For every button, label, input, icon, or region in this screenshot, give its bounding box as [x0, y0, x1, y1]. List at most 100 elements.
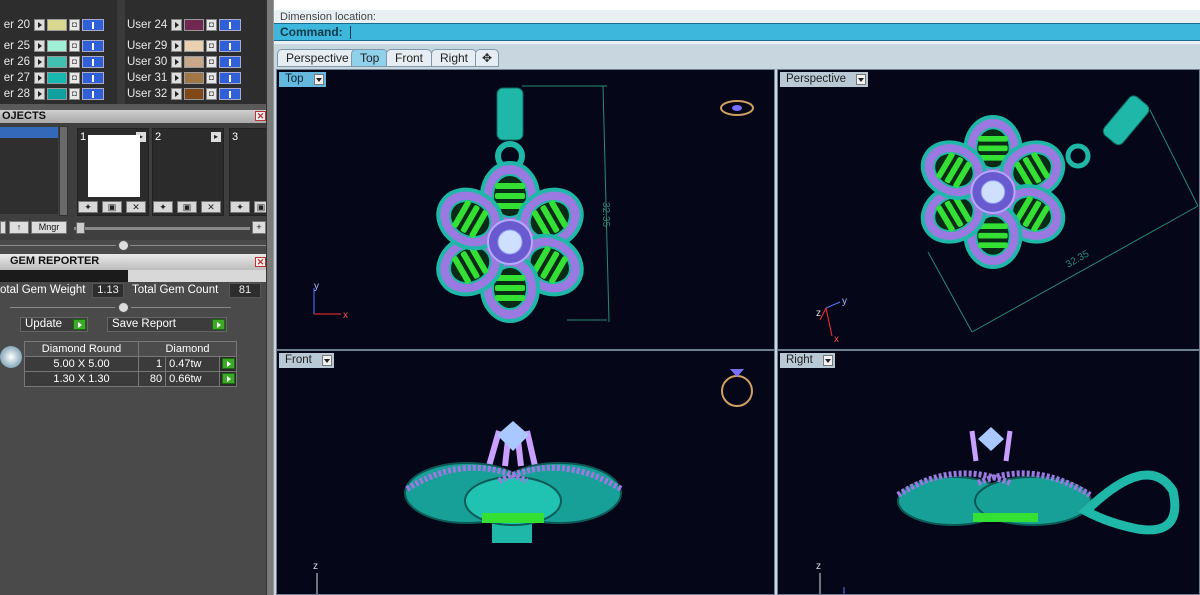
- manager-button[interactable]: Mngr: [31, 221, 67, 234]
- dropdown-icon[interactable]: [321, 355, 332, 366]
- right-view-model: z: [816, 427, 1180, 594]
- expand-icon[interactable]: [34, 87, 45, 100]
- viewport-front[interactable]: z Front: [276, 350, 775, 595]
- layer-name: er 26: [3, 55, 30, 68]
- lock-icon[interactable]: ◘: [69, 71, 80, 84]
- viewport-right[interactable]: z Right: [777, 350, 1200, 595]
- expand-icon[interactable]: [34, 39, 45, 52]
- layer-row[interactable]: er 28 ◘: [0, 86, 104, 101]
- viewport-top[interactable]: 32.35 y x Top: [276, 69, 775, 350]
- viewport-title-top[interactable]: Top: [279, 72, 326, 87]
- slot-delete-icon[interactable]: ✕: [201, 201, 221, 213]
- visibility-icon[interactable]: [82, 55, 104, 68]
- close-gem-reporter-icon[interactable]: ✕: [255, 257, 266, 267]
- layer-row[interactable]: User 31 ◘: [125, 70, 241, 85]
- layer-color-swatch[interactable]: [184, 55, 204, 68]
- plus-icon[interactable]: +: [252, 221, 266, 234]
- layer-row[interactable]: User 24 ◘: [125, 17, 241, 32]
- save-report-button[interactable]: Save Report: [107, 317, 227, 332]
- visibility-icon[interactable]: [82, 87, 104, 100]
- expand-icon[interactable]: [171, 39, 182, 52]
- add-viewport-icon[interactable]: ✥: [475, 49, 500, 67]
- viewport-title-right[interactable]: Right: [780, 353, 835, 368]
- layer-color-swatch[interactable]: [47, 39, 67, 52]
- slot-save-icon[interactable]: ▣: [177, 201, 197, 213]
- lock-icon[interactable]: ◘: [206, 87, 217, 100]
- lock-icon[interactable]: ◘: [69, 87, 80, 100]
- slot-add-icon[interactable]: ✦: [78, 201, 98, 213]
- panel-splitter[interactable]: [266, 0, 274, 595]
- slot-delete-icon[interactable]: ✕: [126, 201, 146, 213]
- lock-icon[interactable]: ◘: [206, 55, 217, 68]
- dropdown-icon[interactable]: [313, 74, 324, 85]
- visibility-icon[interactable]: [219, 18, 241, 31]
- tab-right[interactable]: Right: [431, 49, 478, 67]
- expand-icon[interactable]: [171, 18, 182, 31]
- lock-icon[interactable]: ◘: [69, 39, 80, 52]
- viewport-perspective[interactable]: 32.35 y x z Perspective: [777, 69, 1200, 350]
- layer-row[interactable]: User 29 ◘: [125, 38, 241, 53]
- layer-name: User 31: [127, 71, 168, 84]
- expand-icon[interactable]: [34, 71, 45, 84]
- dropdown-icon[interactable]: [822, 355, 833, 366]
- front-view-model: z: [313, 369, 753, 594]
- layer-color-swatch[interactable]: [184, 39, 204, 52]
- tab-top[interactable]: Top: [351, 49, 389, 67]
- slot-menu-icon[interactable]: ▸: [211, 132, 221, 142]
- lock-icon[interactable]: ◘: [206, 18, 217, 31]
- svg-text:z: z: [816, 308, 821, 319]
- total-gem-weight-label: otal Gem Weight: [0, 284, 86, 296]
- layer-color-swatch[interactable]: [184, 87, 204, 100]
- lock-icon[interactable]: ◘: [206, 71, 217, 84]
- visibility-icon[interactable]: [82, 71, 104, 84]
- visibility-icon[interactable]: [219, 39, 241, 52]
- collapse-icon[interactable]: [118, 302, 129, 313]
- slot-slider-thumb[interactable]: [76, 222, 85, 234]
- visibility-icon[interactable]: [219, 71, 241, 84]
- viewport-title-perspective[interactable]: Perspective: [780, 72, 869, 87]
- viewport-title-front[interactable]: Front: [279, 353, 334, 368]
- layer-row[interactable]: User 30 ◘: [125, 54, 241, 69]
- layer-row[interactable]: er 20 ◘: [0, 17, 104, 32]
- ring-thumbnail-icon: [721, 369, 753, 407]
- slot-add-icon[interactable]: ✦: [153, 201, 173, 213]
- expand-icon[interactable]: [171, 55, 182, 68]
- up-arrow-icon[interactable]: ↑: [9, 221, 29, 234]
- visibility-icon[interactable]: [82, 39, 104, 52]
- update-button[interactable]: Update: [20, 317, 88, 332]
- tab-front[interactable]: Front: [386, 49, 433, 67]
- expand-icon[interactable]: [171, 71, 182, 84]
- lock-icon[interactable]: ◘: [69, 55, 80, 68]
- lock-icon[interactable]: ◘: [206, 39, 217, 52]
- layer-color-swatch[interactable]: [47, 55, 67, 68]
- layer-row[interactable]: er 27 ◘: [0, 70, 104, 85]
- gem-reporter-header: GEM REPORTER ✕: [0, 254, 270, 270]
- close-objects-icon[interactable]: ✕: [255, 111, 266, 121]
- expand-icon[interactable]: [34, 18, 45, 31]
- visibility-icon[interactable]: [219, 87, 241, 100]
- layer-color-swatch[interactable]: [47, 71, 67, 84]
- layer-color-swatch[interactable]: [47, 87, 67, 100]
- collapse-icon[interactable]: [118, 240, 129, 251]
- layer-row[interactable]: er 25 ◘: [0, 38, 104, 53]
- slot-add-icon[interactable]: ✦: [230, 201, 250, 213]
- layer-color-swatch[interactable]: [47, 18, 67, 31]
- row-go-button[interactable]: [219, 371, 237, 387]
- visibility-icon[interactable]: [219, 55, 241, 68]
- visibility-icon[interactable]: [82, 18, 104, 31]
- layer-row[interactable]: User 32 ◘: [125, 86, 241, 101]
- expand-icon[interactable]: [171, 87, 182, 100]
- slot-save-icon[interactable]: ▣: [102, 201, 122, 213]
- command-bar[interactable]: Command:: [274, 23, 1200, 41]
- row-go-button[interactable]: [219, 356, 237, 372]
- svg-text:x: x: [834, 334, 839, 345]
- layer-color-swatch[interactable]: [184, 18, 204, 31]
- lock-icon[interactable]: ◘: [69, 18, 80, 31]
- layer-row[interactable]: er 26 ◘: [0, 54, 104, 69]
- tab-perspective[interactable]: Perspective: [277, 49, 358, 67]
- layer-name: er 25: [3, 39, 30, 52]
- layer-color-swatch[interactable]: [184, 71, 204, 84]
- expand-icon[interactable]: [34, 55, 45, 68]
- dropdown-icon[interactable]: [856, 74, 867, 85]
- go-icon: [212, 319, 225, 330]
